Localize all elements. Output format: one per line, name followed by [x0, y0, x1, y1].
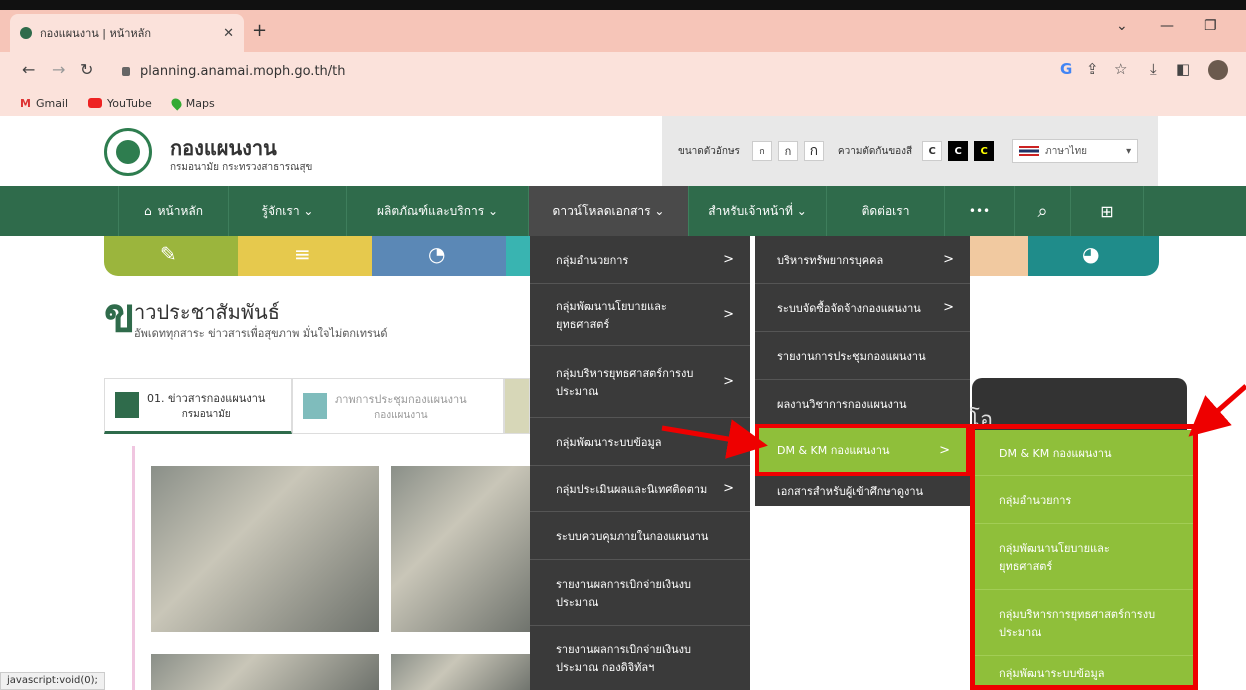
- status-bar: javascript:void(0);: [0, 672, 105, 690]
- annotation-arrow-right: [1188, 384, 1246, 437]
- annotation-arrows: [661, 384, 1246, 459]
- annotation-arrow-left: [661, 419, 768, 459]
